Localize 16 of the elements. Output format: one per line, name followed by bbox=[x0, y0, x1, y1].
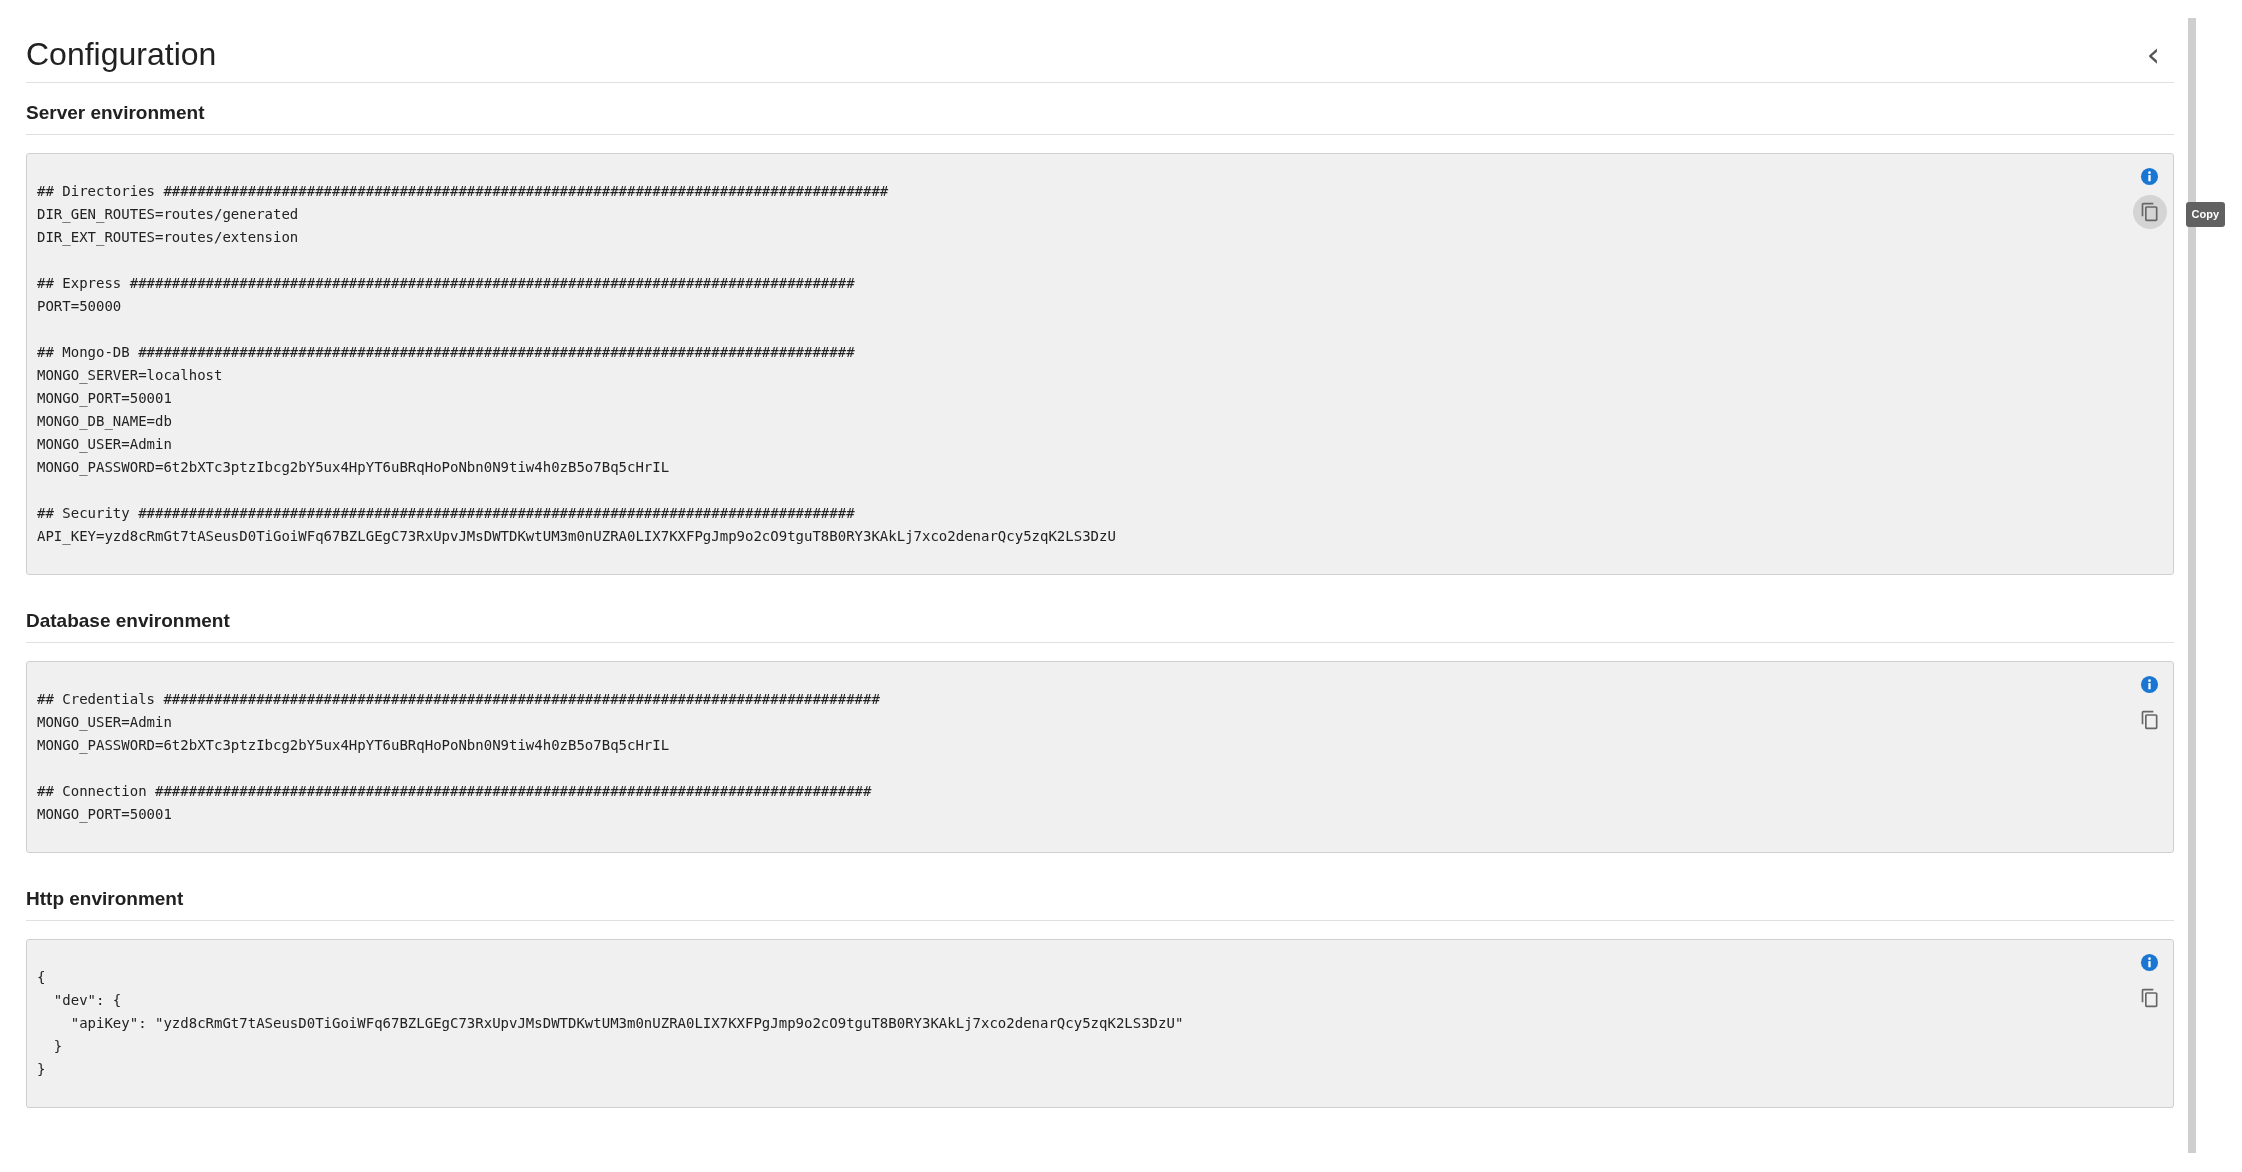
copy-icon bbox=[2140, 202, 2160, 222]
section-title: Http environment bbox=[26, 888, 184, 909]
code-text: ## Directories ###################################################################################### DIR_GEN_ROUTES=routes/generated DIR_EXT_ROUTES=routes/extension ## Express ###################################################################################### PORT=50000 ## Mongo-DB ##################################################################################### MONGO_SERVER=localhost MONGO_PORT=50001 MONGO_DB_NAME=db MONGO_USER=Admin MONGO_PASSWORD=6t2bXTc3ptzIbcg2bY5ux4HpYT6uBRqHoPoNbn0N9tiw4h0zB5o7Bq5cHrIL ## Security ##################################################################################### API_KEY=yzd8cRmGt7tASeusD0TiGoiWFq67BZLGEgC73RxUpvJMsDWTDKwtUM3m0nUZRA0LIX7KXFPgJmp9o2cO9tguT8B0RY3KAkLj7xco2denarQcy5zqK2LS3DzU bbox=[37, 182, 1117, 547]
page-title: Configuration bbox=[26, 35, 217, 74]
section-title: Database environment bbox=[26, 610, 230, 631]
info-icon[interactable] bbox=[2140, 953, 2159, 972]
copy-icon bbox=[2140, 710, 2160, 730]
code-text: ## Credentials ##################################################################################### MONGO_USER=Admin MONGO_PASSWORD=6t2bXTc3ptzIbcg2bY5ux4HpYT6uBRqHoPoNbn0N9tiw4h0zB5o7Bq5cHrIL ## Connection ##################################################################################### MONGO_PORT=50001 bbox=[37, 690, 881, 825]
copy-button[interactable] bbox=[2133, 195, 2167, 229]
copy-icon bbox=[2140, 988, 2160, 1008]
code-text: { "dev": { "apiKey": "yzd8cRmGt7tASeusD0TiGoiWFq67BZLGEgC73RxUpvJMsDWTDKwtUM3m0nUZRA0LIX7KXFPgJmp9o2cO9tguT8B0RY3KAkLj7xco2denarQcy5zqK2LS3DzU" } } bbox=[37, 968, 1185, 1079]
copy-tooltip: Copy bbox=[2185, 202, 2225, 227]
collapse-button[interactable]: ‹ bbox=[2146, 37, 2160, 71]
section-title: Server environment bbox=[26, 102, 205, 123]
info-icon[interactable] bbox=[2140, 675, 2159, 694]
info-icon[interactable] bbox=[2140, 167, 2159, 186]
